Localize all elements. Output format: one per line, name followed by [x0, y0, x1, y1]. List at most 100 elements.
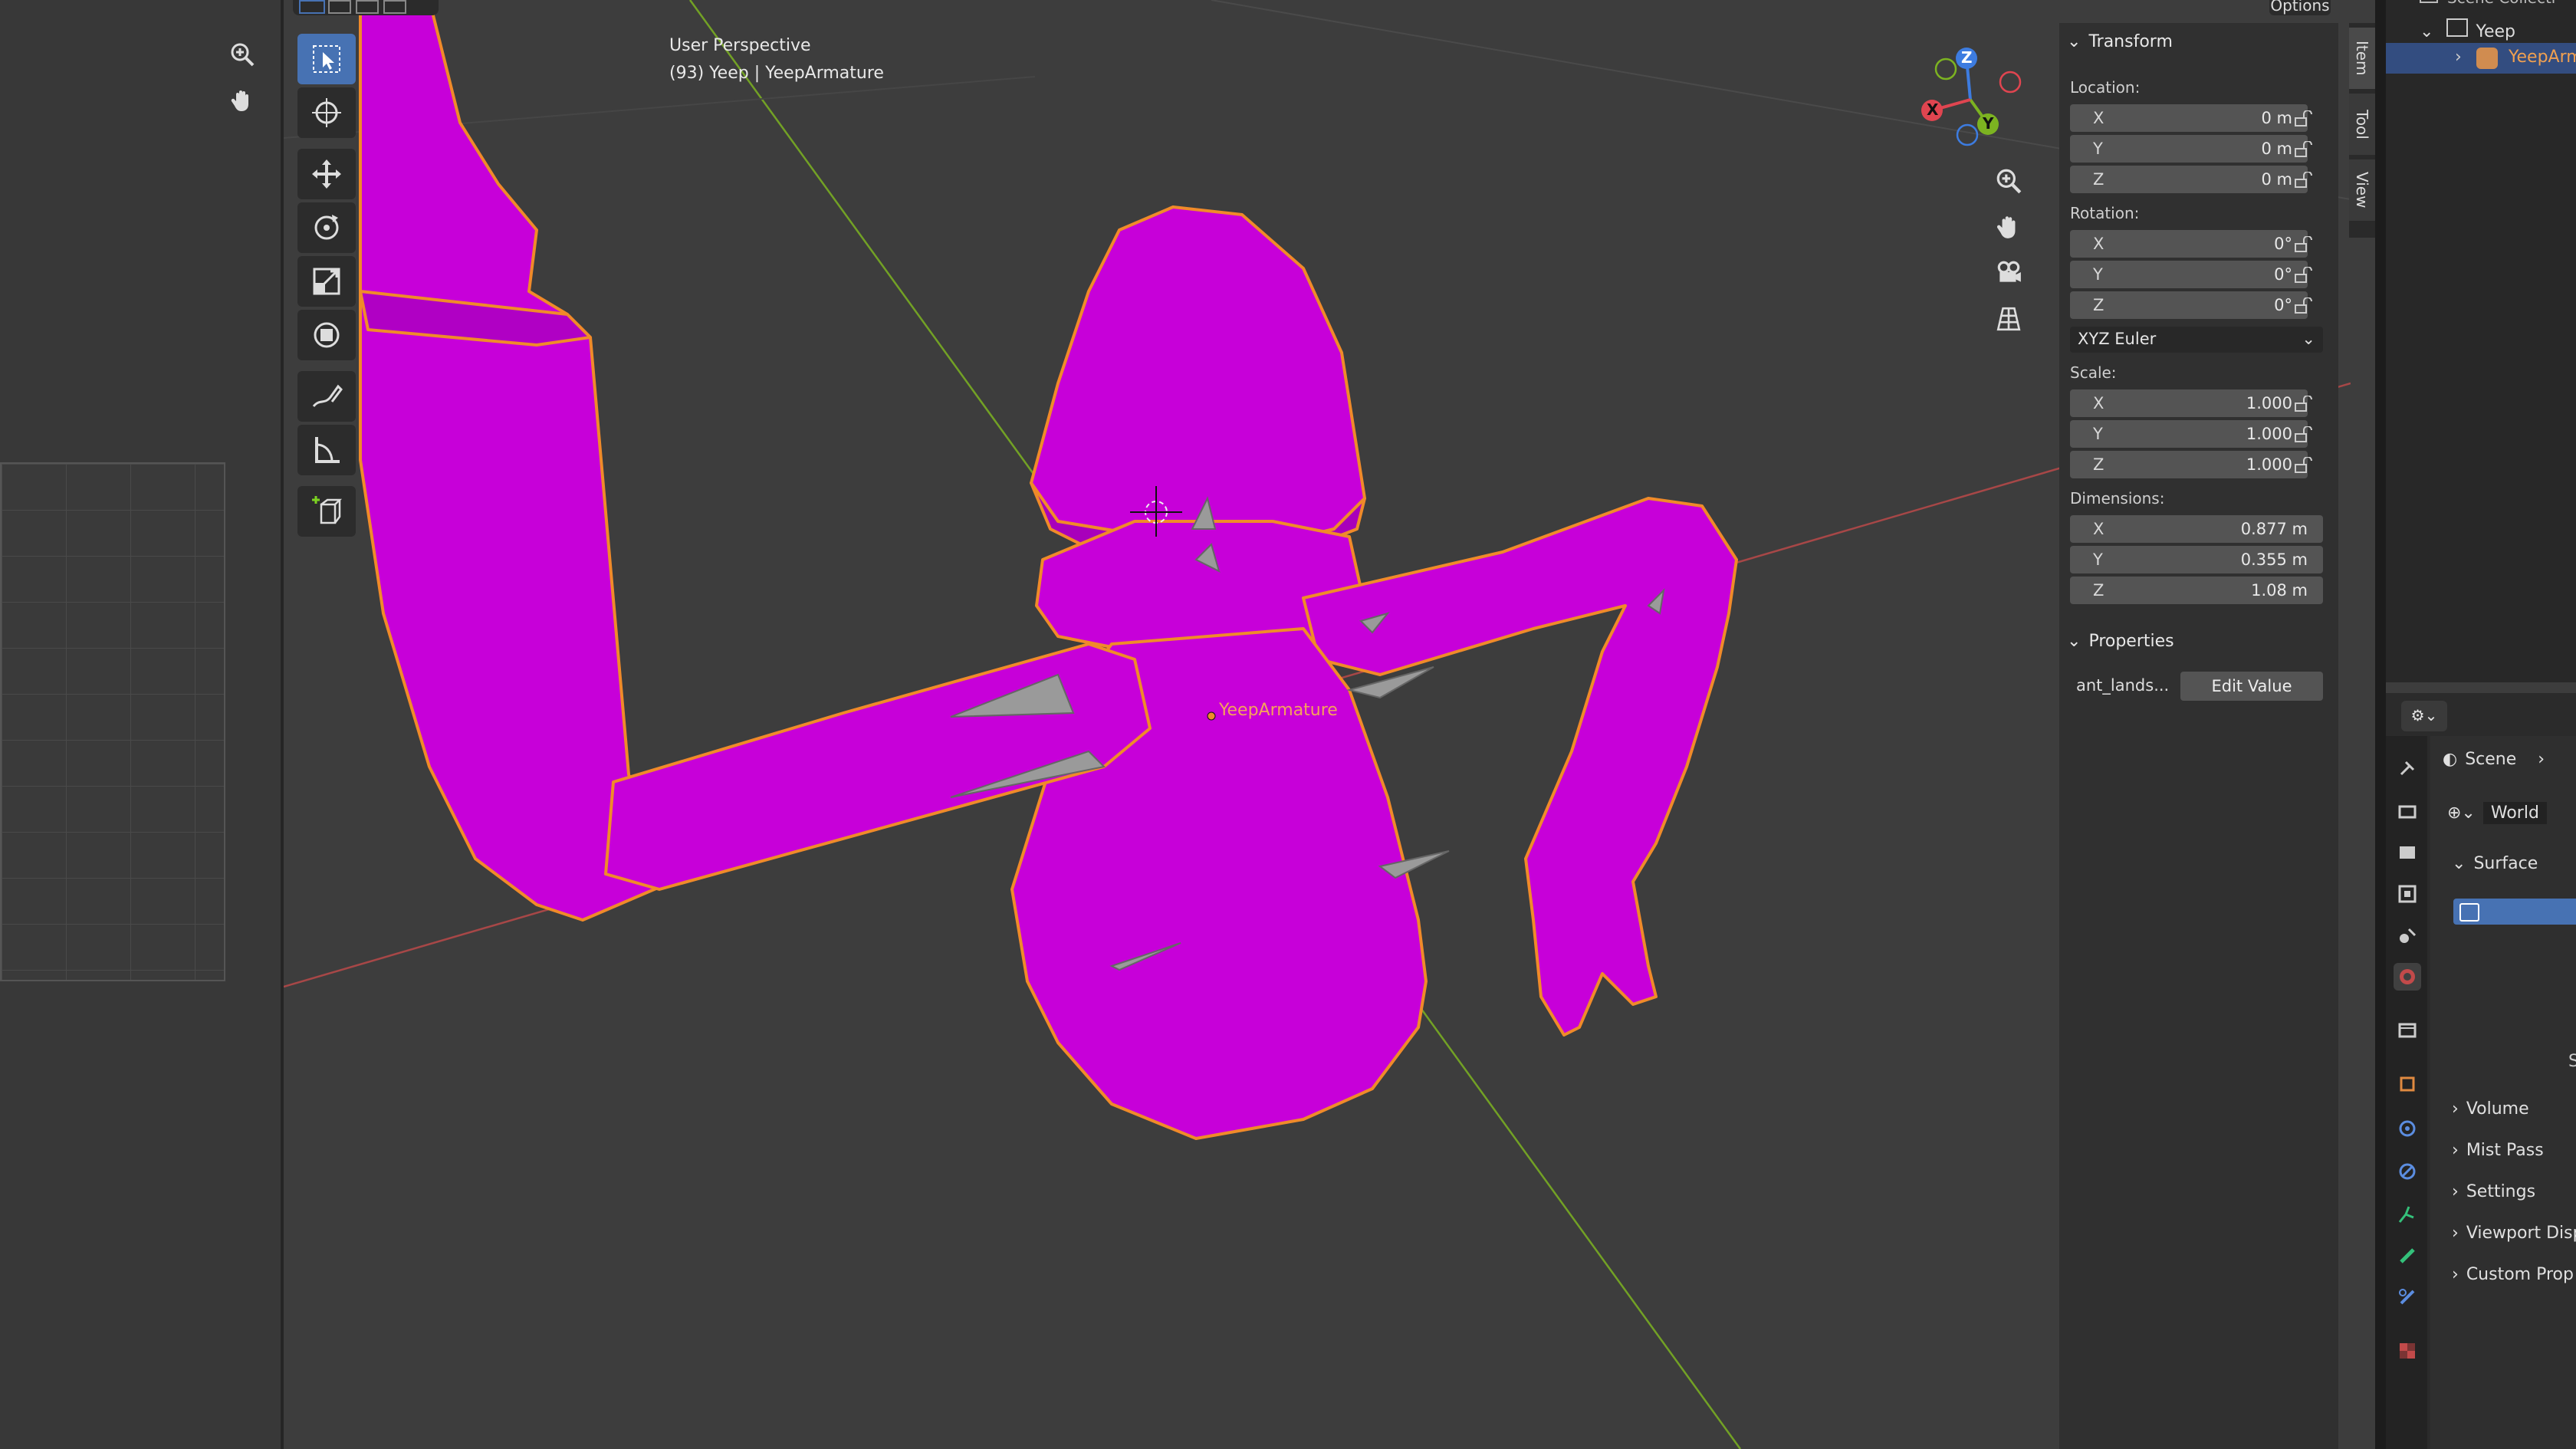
move-arrows-icon: [312, 159, 341, 189]
scale-z-field[interactable]: Z 1.000: [2070, 451, 2308, 478]
outliner-row-yeep[interactable]: ⌄ Yeep: [2420, 18, 2515, 41]
rotation-z-field[interactable]: Z 0°: [2070, 291, 2308, 319]
gizmo-x-label[interactable]: X: [1927, 100, 1938, 119]
move-tool[interactable]: [297, 149, 356, 199]
lock-icon[interactable]: [2291, 452, 2317, 478]
cursor-tool[interactable]: [297, 87, 356, 138]
surface-shader-field[interactable]: [2453, 899, 2576, 925]
properties-title: Properties: [2088, 632, 2174, 651]
chevron-right-icon: ›: [2452, 1141, 2459, 1160]
location-label: Location:: [2070, 78, 2141, 97]
surface-panel-header[interactable]: ⌄ Surface: [2452, 854, 2538, 873]
sidebar-tabs: Item Tool View: [2349, 23, 2375, 238]
options-dropdown[interactable]: Options: [2269, 0, 2331, 15]
lock-icon[interactable]: [2291, 293, 2317, 319]
location-x-field[interactable]: X0 m: [2070, 104, 2308, 132]
select-mode-invert-icon[interactable]: [383, 0, 406, 14]
custom-properties-panel-header[interactable]: › Custom Prop: [2452, 1265, 2574, 1284]
output-tab-icon[interactable]: [2394, 839, 2421, 866]
view-layer-tab-icon[interactable]: [2394, 880, 2421, 908]
chevron-down-icon: ⌄: [2067, 32, 2082, 51]
add-cube-icon: [312, 496, 343, 524]
render-tab-icon[interactable]: [2394, 797, 2421, 825]
bone-constraint-tab-icon[interactable]: [2394, 1283, 2421, 1311]
dimensions-y-field[interactable]: Y 0.355 m: [2070, 546, 2323, 573]
tab-item[interactable]: Item: [2349, 28, 2375, 89]
perspective-grid-icon[interactable]: [1987, 297, 2030, 340]
transform-icon: [314, 322, 340, 348]
select-mode-extend-icon[interactable]: [328, 0, 351, 14]
annotate-tool[interactable]: [297, 371, 356, 422]
gizmo-z-label[interactable]: Z: [1961, 48, 1973, 67]
location-y-field[interactable]: Y0 m: [2070, 135, 2308, 163]
physics-tab-icon[interactable]: [2394, 1115, 2421, 1142]
custom-property-name: ant_lands...: [2076, 676, 2170, 695]
rotation-mode-select[interactable]: XYZ Euler ⌄: [2070, 327, 2323, 353]
bone-tab-icon[interactable]: [2394, 1242, 2421, 1270]
armature-data-tab-icon[interactable]: [2394, 1201, 2421, 1228]
rotate-tool[interactable]: [297, 202, 356, 253]
constraints-tab-icon[interactable]: [2394, 1158, 2421, 1185]
3d-viewport[interactable]: User Perspective (93) Yeep | YeepArmatur…: [284, 0, 2351, 1449]
gizmo-y-label[interactable]: Y: [1983, 114, 1993, 133]
scale-y-field[interactable]: Y 1.000: [2070, 420, 2308, 448]
world-selector[interactable]: ⊕⌄ World: [2447, 802, 2547, 824]
tab-view[interactable]: View: [2349, 159, 2375, 221]
volume-panel-header[interactable]: › Volume: [2452, 1099, 2529, 1119]
area-divider[interactable]: [2375, 0, 2386, 1449]
location-z-field[interactable]: Z0 m: [2070, 166, 2308, 193]
editor-type-icon[interactable]: ⚙⌄: [2401, 701, 2447, 731]
zoom-icon[interactable]: [1987, 159, 2030, 202]
settings-panel-header[interactable]: › Settings: [2452, 1182, 2535, 1201]
rotate-icon: [314, 215, 339, 240]
pencil-icon: [312, 384, 343, 408]
lock-icon[interactable]: [2291, 391, 2317, 417]
camera-icon[interactable]: [1987, 251, 2030, 294]
tab-tool[interactable]: Tool: [2349, 94, 2375, 155]
select-mode-subtract-icon[interactable]: [356, 0, 379, 14]
navigation-gizmo[interactable]: Z Y X: [1917, 46, 2039, 153]
dimensions-x-field[interactable]: X 0.877 m: [2070, 515, 2323, 543]
scale-x-field[interactable]: X 1.000: [2070, 389, 2308, 417]
outliner-row-yeeparmature[interactable]: › YeepArm: [2386, 43, 2576, 74]
object-tab-icon[interactable]: [2394, 1070, 2421, 1098]
scene-icon: ◐: [2443, 750, 2458, 769]
mist-pass-panel-header[interactable]: › Mist Pass: [2452, 1141, 2544, 1160]
select-mode-buttons[interactable]: [293, 0, 439, 15]
scene-breadcrumb[interactable]: ◐ Scene ›: [2443, 750, 2545, 769]
outliner-row-scene-collection[interactable]: Scene Collecti: [2420, 0, 2555, 7]
truncated-text: S: [2568, 1052, 2576, 1071]
scene-tab-icon[interactable]: [2394, 922, 2421, 949]
select-mode-new-icon[interactable]: [299, 0, 325, 14]
edit-value-label: Edit Value: [2211, 677, 2292, 695]
chevron-right-icon: ›: [2452, 1099, 2459, 1119]
lock-icon[interactable]: [2291, 106, 2317, 132]
add-cube-tool[interactable]: [297, 486, 356, 537]
hand-pan-icon[interactable]: [1987, 205, 2030, 248]
tool-tab-icon[interactable]: [2394, 754, 2421, 782]
viewport-display-panel-header[interactable]: › Viewport Disp: [2452, 1224, 2576, 1243]
lock-icon[interactable]: [2291, 262, 2317, 288]
scale-tool[interactable]: [297, 256, 356, 307]
measure-tool[interactable]: [297, 425, 356, 475]
scale-icon: [313, 268, 340, 295]
lock-icon[interactable]: [2291, 167, 2317, 193]
select-box-tool[interactable]: [297, 34, 356, 84]
dimensions-z-field[interactable]: Z 1.08 m: [2070, 577, 2323, 604]
properties-header[interactable]: ⌄ Properties: [2067, 632, 2174, 651]
hand-pan-icon[interactable]: [222, 80, 263, 121]
transform-tool[interactable]: [297, 310, 356, 360]
zoom-icon[interactable]: [222, 34, 263, 75]
world-tab-icon[interactable]: [2394, 963, 2421, 991]
lock-icon[interactable]: [2291, 136, 2317, 163]
lock-icon[interactable]: [2291, 232, 2317, 258]
world-icon: ⊕⌄: [2447, 803, 2476, 823]
chevron-right-icon: ›: [2538, 750, 2545, 769]
edit-value-button[interactable]: Edit Value: [2180, 672, 2323, 701]
texture-tab-icon[interactable]: [2394, 1337, 2421, 1365]
rotation-y-field[interactable]: Y 0°: [2070, 261, 2308, 288]
lock-icon[interactable]: [2291, 422, 2317, 448]
rotation-x-field[interactable]: X 0°: [2070, 230, 2308, 258]
collection-tab-icon[interactable]: [2394, 1017, 2421, 1044]
transform-header[interactable]: ⌄ Transform: [2067, 32, 2173, 51]
